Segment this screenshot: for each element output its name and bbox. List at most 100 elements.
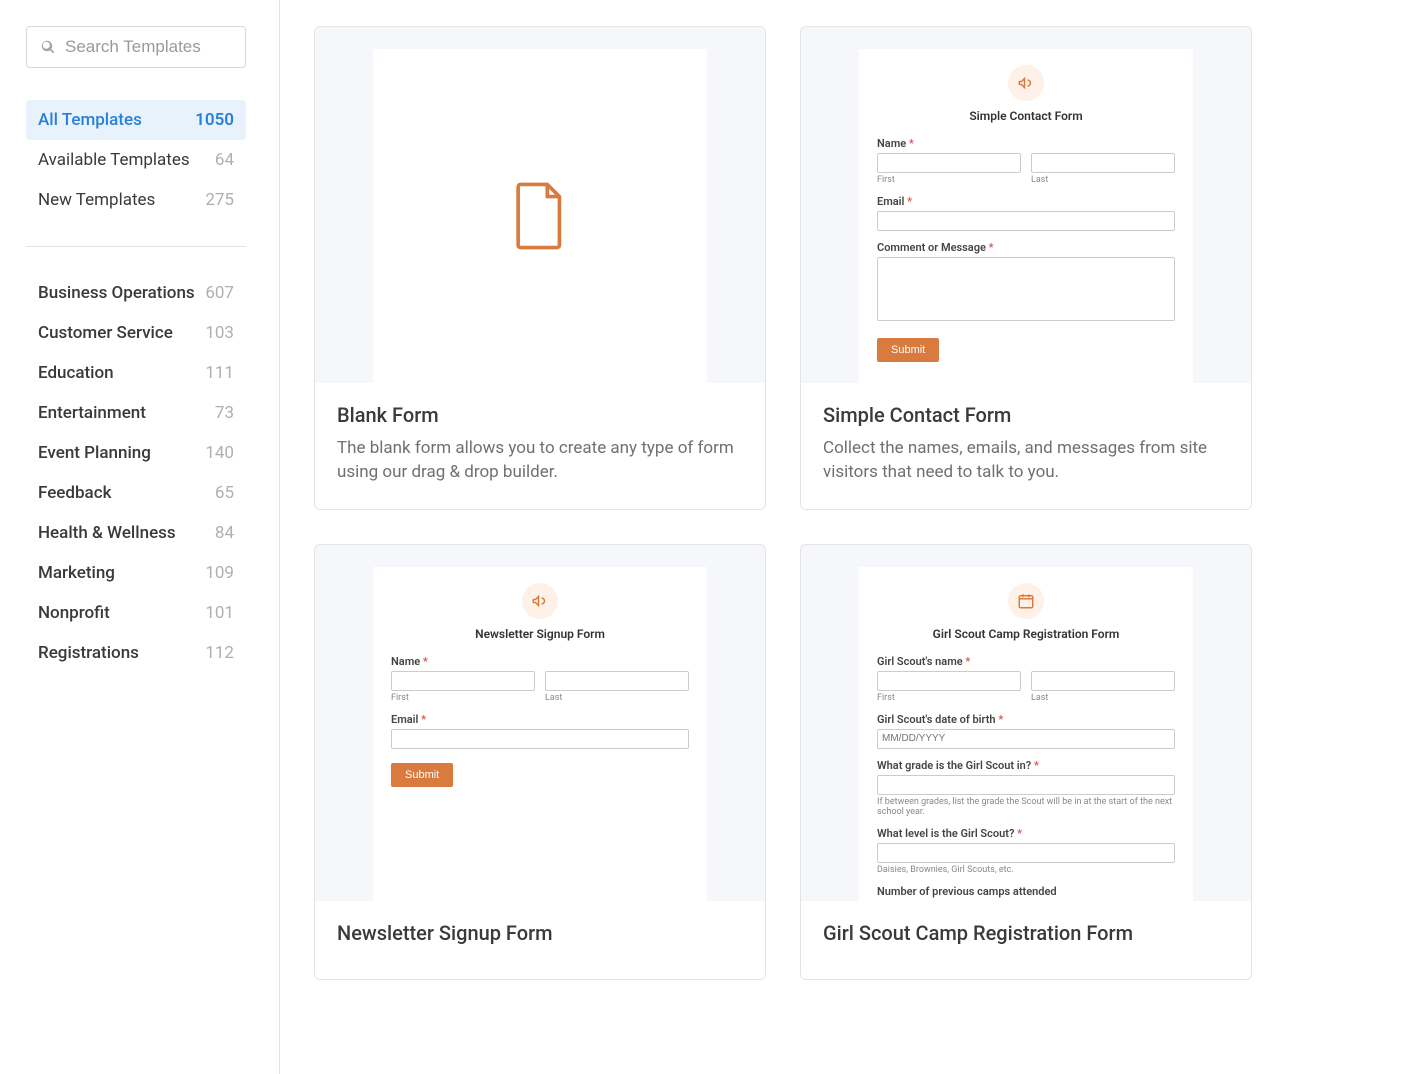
category-label: Registrations [38,643,139,663]
preview-inner: Newsletter Signup Form Name * First Last… [373,567,707,901]
category-registrations[interactable]: Registrations 112 [26,633,246,673]
category-entertainment[interactable]: Entertainment 73 [26,393,246,433]
field-label: What grade is the Girl Scout in? * [877,759,1175,772]
card-body: Girl Scout Camp Registration Form [801,901,1251,979]
category-count: 140 [205,443,234,463]
field-label: Number of previous camps attended [877,885,1175,898]
sub-label: Last [1031,175,1175,185]
category-label: Entertainment [38,403,146,423]
preview-heading: Newsletter Signup Form [391,627,689,641]
filter-new-templates[interactable]: New Templates 275 [26,180,246,220]
first-name-input [391,671,535,691]
sub-label: First [877,693,1021,703]
card-title: Blank Form [337,403,743,427]
comment-textarea [877,257,1175,321]
search-input[interactable] [65,37,231,57]
filter-count: 275 [205,190,234,210]
template-preview [315,27,765,383]
category-label: Education [38,363,114,383]
template-grid: Blank Form The blank form allows you to … [314,26,1419,980]
category-label: Customer Service [38,323,173,343]
category-nonprofit[interactable]: Nonprofit 101 [26,593,246,633]
template-preview: Girl Scout Camp Registration Form Girl S… [801,545,1251,901]
submit-button: Submit [877,338,939,362]
field-label: What level is the Girl Scout? * [877,827,1175,840]
template-card-girlscout[interactable]: Girl Scout Camp Registration Form Girl S… [800,544,1252,980]
category-count: 112 [205,643,234,663]
template-card-blank[interactable]: Blank Form The blank form allows you to … [314,26,766,510]
field-label: Comment or Message * [877,241,1175,254]
category-count: 111 [205,363,234,383]
template-preview: Newsletter Signup Form Name * First Last… [315,545,765,901]
category-count: 109 [205,563,234,583]
template-card-contact[interactable]: Simple Contact Form Name * First Last Em… [800,26,1252,510]
field-hint: Daisies, Brownies, Girl Scouts, etc. [877,865,1175,875]
filter-label: New Templates [38,190,155,210]
sub-label: First [877,175,1021,185]
last-name-input [1031,671,1175,691]
main-content: Blank Form The blank form allows you to … [280,0,1419,1074]
category-business-operations[interactable]: Business Operations 607 [26,273,246,313]
last-name-input [1031,153,1175,173]
filter-list: All Templates 1050 Available Templates 6… [26,100,246,220]
submit-button: Submit [391,763,453,787]
category-label: Health & Wellness [38,523,176,543]
card-description: The blank form allows you to create any … [337,437,743,485]
dob-input [877,729,1175,749]
card-body: Simple Contact Form Collect the names, e… [801,383,1251,509]
card-body: Newsletter Signup Form [315,901,765,979]
filter-label: Available Templates [38,150,190,170]
card-title: Simple Contact Form [823,403,1229,427]
preview-heading: Simple Contact Form [877,109,1175,123]
sub-label: Last [545,693,689,703]
category-event-planning[interactable]: Event Planning 140 [26,433,246,473]
category-label: Event Planning [38,443,151,463]
calendar-icon [1008,583,1044,619]
field-label: Girl Scout's name * [877,655,1175,668]
filter-available-templates[interactable]: Available Templates 64 [26,140,246,180]
category-count: 84 [215,523,234,543]
template-preview: Simple Contact Form Name * First Last Em… [801,27,1251,383]
last-name-input [545,671,689,691]
template-card-newsletter[interactable]: Newsletter Signup Form Name * First Last… [314,544,766,980]
sub-label: Last [1031,693,1175,703]
category-label: Nonprofit [38,603,110,623]
category-count: 101 [205,603,234,623]
field-label: Girl Scout's date of birth * [877,713,1175,726]
category-feedback[interactable]: Feedback 65 [26,473,246,513]
category-count: 103 [205,323,234,343]
category-count: 607 [205,283,234,303]
field-label: Name * [391,655,689,668]
category-health-wellness[interactable]: Health & Wellness 84 [26,513,246,553]
filter-label: All Templates [38,110,142,130]
email-input [877,211,1175,231]
category-count: 73 [215,403,234,423]
filter-count: 64 [215,150,234,170]
preview-heading: Girl Scout Camp Registration Form [877,627,1175,641]
category-education[interactable]: Education 111 [26,353,246,393]
category-marketing[interactable]: Marketing 109 [26,553,246,593]
card-description: Collect the names, emails, and messages … [823,437,1229,485]
card-title: Newsletter Signup Form [337,921,743,945]
field-label: Email * [391,713,689,726]
preview-inner: Girl Scout Camp Registration Form Girl S… [859,567,1193,901]
divider [26,246,246,247]
category-count: 65 [215,483,234,503]
field-label: Email * [877,195,1175,208]
filter-all-templates[interactable]: All Templates 1050 [26,100,246,140]
card-body: Blank Form The blank form allows you to … [315,383,765,509]
preview-inner [373,49,707,383]
search-icon [41,39,55,55]
first-name-input [877,671,1021,691]
search-box[interactable] [26,26,246,68]
category-list: Business Operations 607 Customer Service… [26,273,246,673]
megaphone-icon [1008,65,1044,101]
level-input [877,843,1175,863]
sub-label: First [391,693,535,703]
card-title: Girl Scout Camp Registration Form [823,921,1229,945]
preview-inner: Simple Contact Form Name * First Last Em… [859,49,1193,383]
megaphone-icon [522,583,558,619]
category-customer-service[interactable]: Customer Service 103 [26,313,246,353]
first-name-input [877,153,1021,173]
document-icon [512,182,568,250]
